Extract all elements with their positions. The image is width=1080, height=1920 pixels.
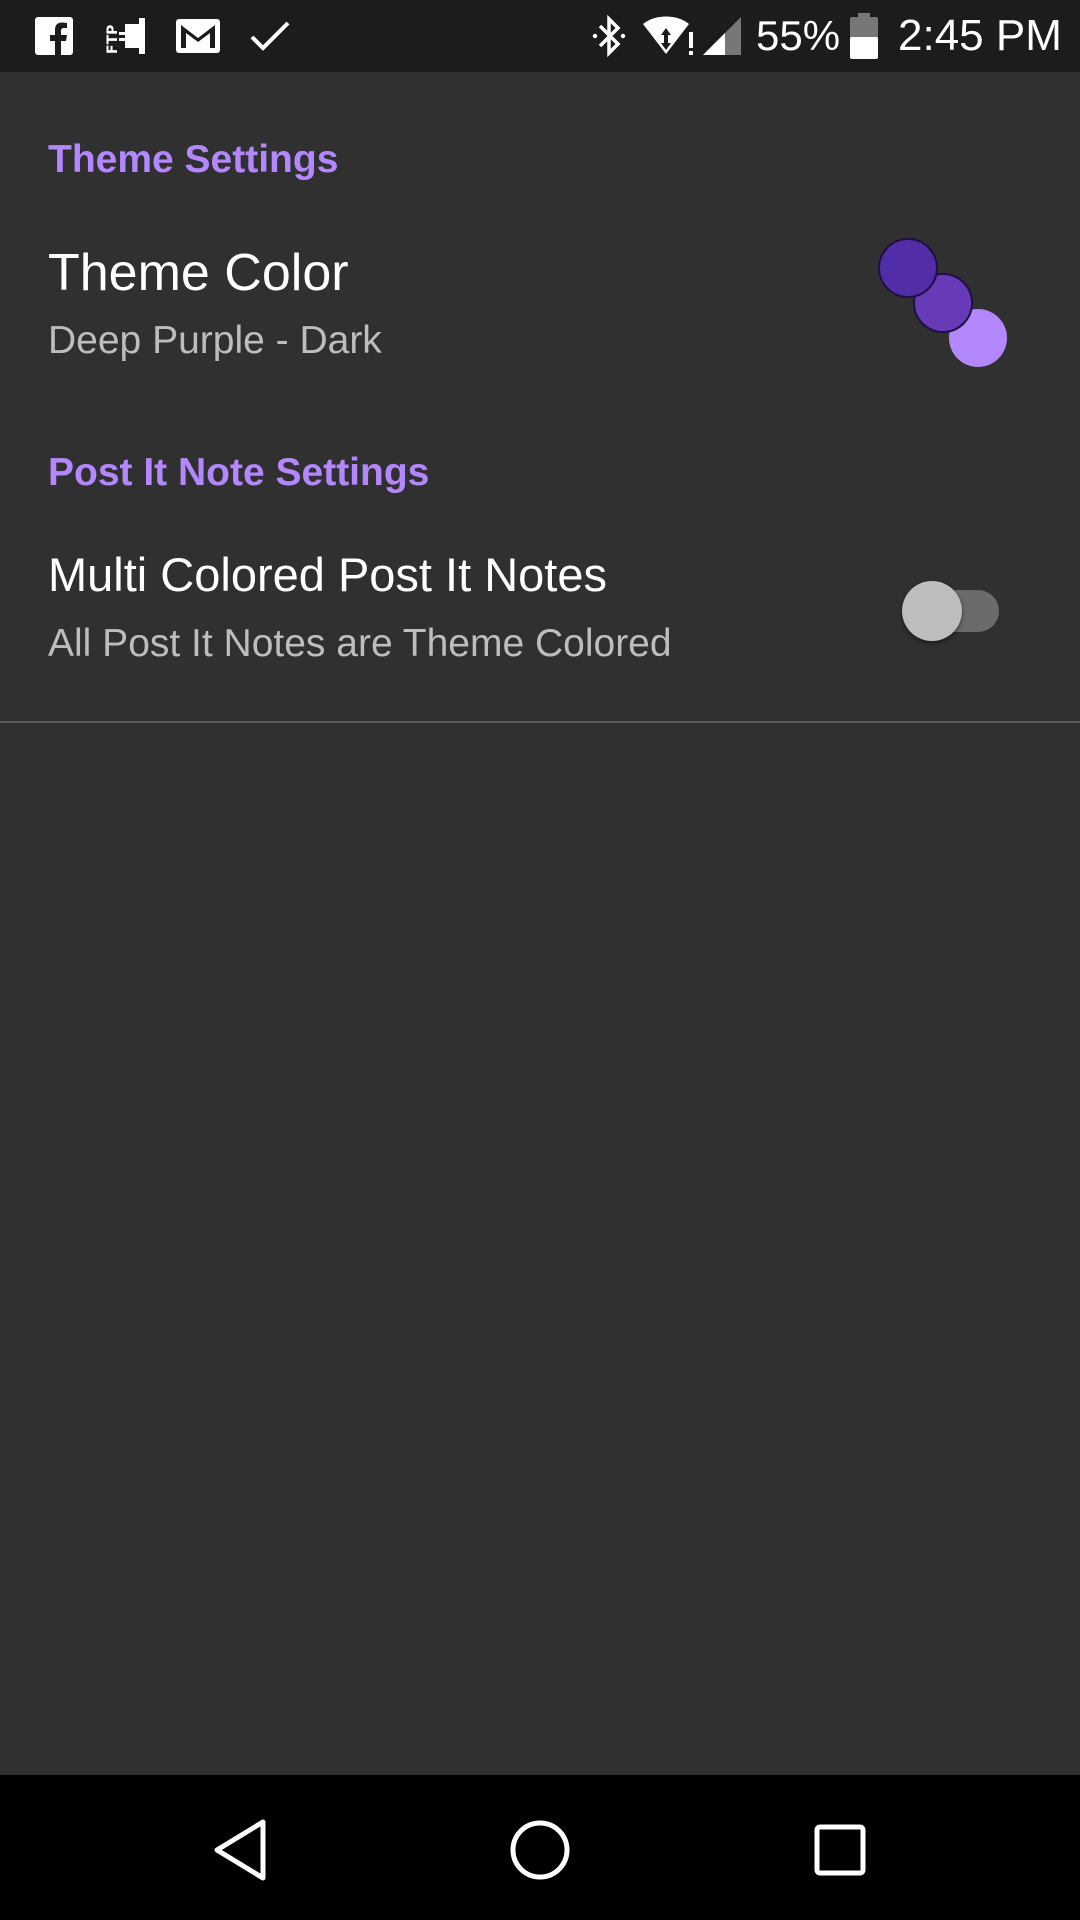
settings-screen: FTP 55% 2:45 PM Theme Settings Theme Col… — [0, 0, 1080, 1920]
home-icon[interactable] — [495, 1805, 585, 1895]
ftp-icon: FTP — [102, 14, 152, 58]
theme-color-summary: Deep Purple - Dark — [48, 319, 382, 362]
switch-thumb[interactable] — [902, 581, 962, 641]
cell-signal-icon — [700, 14, 744, 58]
status-time: 2:45 PM — [898, 11, 1062, 60]
back-icon[interactable] — [196, 1805, 286, 1895]
bluetooth-icon — [586, 14, 632, 58]
theme-color-preference[interactable]: Theme Color Deep Purple - Dark — [0, 220, 1080, 390]
status-bar: FTP 55% 2:45 PM — [0, 0, 1080, 72]
facebook-icon — [32, 14, 76, 58]
post-it-settings-header: Post It Note Settings — [48, 451, 430, 494]
divider — [0, 721, 1080, 723]
svg-text:FTP: FTP — [105, 25, 121, 54]
navigation-bar — [0, 1775, 1080, 1920]
check-icon — [246, 14, 294, 58]
swatch-primary-dark — [878, 238, 938, 298]
multi-colored-summary: All Post It Notes are Theme Colored — [48, 622, 672, 665]
multi-colored-title: Multi Colored Post It Notes — [48, 548, 607, 601]
recents-icon[interactable] — [795, 1805, 885, 1895]
gmail-icon — [174, 14, 222, 58]
theme-settings-header: Theme Settings — [48, 138, 339, 181]
wifi-icon — [640, 14, 696, 58]
battery-percent: 55% — [756, 12, 841, 59]
battery-icon — [846, 12, 882, 60]
theme-color-title: Theme Color — [48, 244, 349, 302]
